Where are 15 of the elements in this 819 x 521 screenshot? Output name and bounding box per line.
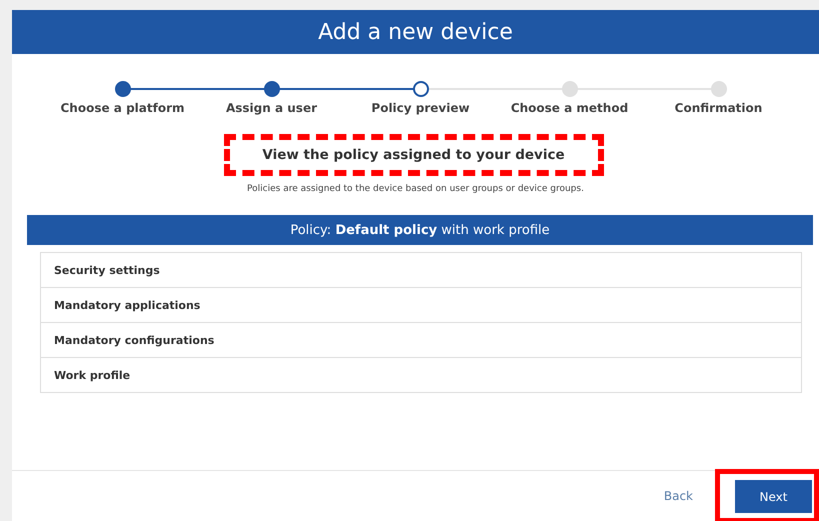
step-label: Choose a platform	[60, 101, 184, 115]
section-heading: View the policy assigned to your device	[262, 147, 565, 163]
step-label: Assign a user	[226, 101, 317, 115]
policy-section-row[interactable]: Mandatory configurations	[41, 322, 801, 357]
next-button[interactable]: Next	[735, 480, 812, 513]
description-text: Policies are assigned to the device based on user groups or device groups.	[247, 184, 584, 194]
policy-banner: Policy: Default policy with work profile	[27, 215, 813, 245]
policy-section-row[interactable]: Work profile	[41, 357, 801, 392]
step-label: Choose a method	[510, 101, 628, 115]
step-label: Policy preview	[371, 101, 470, 115]
dialog-title: Add a new device	[12, 10, 819, 54]
back-link[interactable]: Back	[664, 489, 693, 503]
policy-section-row[interactable]: Security settings	[41, 253, 801, 287]
step-label: Confirmation	[674, 101, 762, 115]
policy-section-row[interactable]: Mandatory applications	[41, 287, 801, 322]
